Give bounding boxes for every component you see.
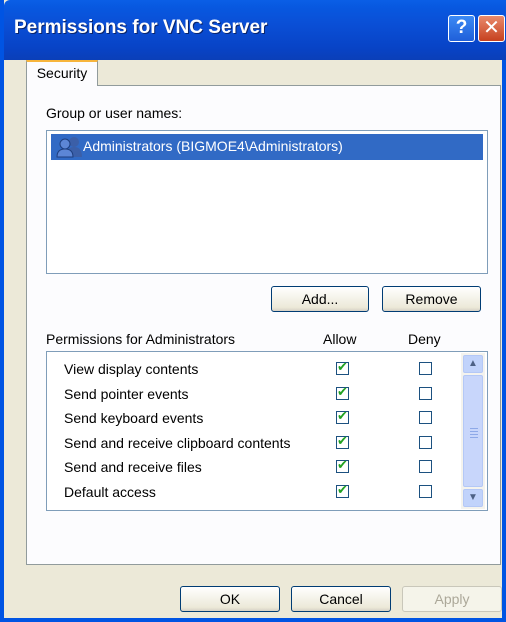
allow-header: Allow <box>323 331 357 347</box>
user-group-icon <box>56 137 82 158</box>
deny-header: Deny <box>408 331 441 347</box>
dialog-window: Permissions for VNC Server ? ✕ Security … <box>0 0 506 622</box>
permission-row: Send and receive clipboard contents ✔ <box>47 432 461 456</box>
permission-name: Default access <box>64 483 156 500</box>
permission-name: View display contents <box>64 361 199 377</box>
allow-checkbox[interactable]: ✔ <box>336 408 349 424</box>
permission-row: Default access ✔ <box>47 481 461 505</box>
scroll-thumb[interactable] <box>463 375 483 487</box>
checkmark-icon: ✔ <box>337 383 348 399</box>
scroll-up-button[interactable]: ▲ <box>463 355 483 373</box>
remove-button[interactable]: Remove <box>382 286 481 312</box>
permission-name: Send and receive clipboard contents <box>64 434 291 451</box>
checkmark-icon: ✔ <box>337 481 348 497</box>
permissions-list: View display contents ✔ Send pointer event… <box>46 351 488 511</box>
permission-name: Send keyboard events <box>64 410 204 426</box>
help-button[interactable]: ? <box>448 15 475 42</box>
permission-name: Send pointer events <box>64 385 189 402</box>
chevron-down-icon: ▼ <box>468 492 478 503</box>
allow-checkbox[interactable]: ✔ <box>336 457 349 473</box>
chevron-up-icon: ▲ <box>468 358 478 369</box>
title-bar[interactable]: Permissions for VNC Server ? ✕ <box>4 0 506 60</box>
ok-button[interactable]: OK <box>180 586 280 612</box>
checkmark-icon: ✔ <box>337 457 348 472</box>
scroll-down-button[interactable]: ▼ <box>463 489 483 507</box>
checkmark-icon: ✔ <box>337 432 348 448</box>
allow-checkbox[interactable]: ✔ <box>336 432 349 449</box>
permission-row: Send keyboard events ✔ <box>47 407 461 431</box>
permission-row: Send pointer events ✔ <box>47 383 461 407</box>
permission-name: Send and receive files <box>64 459 202 475</box>
tab-security[interactable]: Security <box>26 60 98 86</box>
permissions-header: Permissions for Administrators <box>46 331 236 347</box>
cancel-button[interactable]: Cancel <box>291 586 391 612</box>
checkmark-icon: ✔ <box>337 408 348 423</box>
deny-checkbox[interactable] <box>419 435 432 449</box>
user-list[interactable]: Administrators (BIGMOE4\Administrators) <box>46 130 488 274</box>
allow-checkbox[interactable]: ✔ <box>336 383 349 400</box>
user-name: Administrators (BIGMOE4\Administrators) <box>83 138 343 154</box>
permission-row: Send and receive files ✔ <box>47 456 461 480</box>
deny-checkbox[interactable] <box>419 362 432 375</box>
apply-button[interactable]: Apply <box>402 586 502 612</box>
deny-checkbox[interactable] <box>419 484 432 498</box>
deny-checkbox[interactable] <box>419 411 432 424</box>
add-button[interactable]: Add... <box>271 286 369 312</box>
window-title: Permissions for VNC Server <box>14 17 268 38</box>
permission-row: View display contents ✔ <box>47 358 461 382</box>
deny-checkbox[interactable] <box>419 386 432 400</box>
close-button[interactable]: ✕ <box>478 15 505 42</box>
allow-checkbox[interactable]: ✔ <box>336 481 349 498</box>
scrollbar[interactable]: ▲ ▼ <box>461 353 485 509</box>
checkmark-icon: ✔ <box>337 359 348 374</box>
group-names-label: Group or user names: <box>46 105 183 121</box>
list-item[interactable]: Administrators (BIGMOE4\Administrators) <box>51 134 483 160</box>
deny-checkbox[interactable] <box>419 460 432 473</box>
grip-icon <box>470 428 478 440</box>
allow-checkbox[interactable]: ✔ <box>336 359 349 375</box>
